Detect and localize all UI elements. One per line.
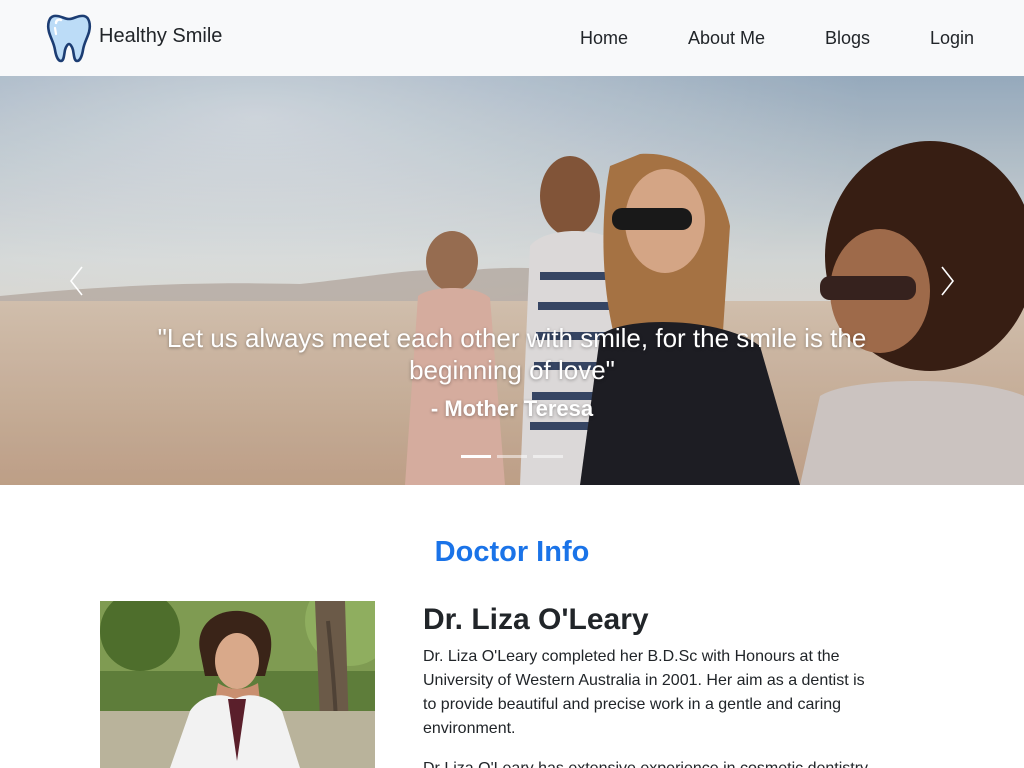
nav-login[interactable]: Login <box>930 27 974 49</box>
doctor-bio-paragraph: Dr. Liza O'Leary completed her B.D.Sc wi… <box>423 648 865 737</box>
nav-about-me[interactable]: About Me <box>688 27 765 49</box>
nav-blogs[interactable]: Blogs <box>825 27 870 49</box>
section-title: Doctor Info <box>434 536 590 568</box>
doctor-bio-paragraph: Dr Liza O'Leary has extensive experience… <box>423 757 878 768</box>
tooth-icon <box>46 14 92 63</box>
navbar: Healthy Smile Home About Me Blogs Login <box>0 0 1024 76</box>
chevron-right-icon <box>941 266 955 296</box>
nav-home[interactable]: Home <box>580 27 628 49</box>
carousel-quote: "Let us always meet each other with smil… <box>157 323 867 385</box>
carousel-indicator[interactable] <box>497 455 527 458</box>
carousel-quote-author: - Mother Teresa <box>430 396 594 421</box>
hero-carousel: "Let us always meet each other with smil… <box>0 76 1024 485</box>
hero-image <box>0 76 1024 485</box>
doctor-photo <box>100 601 375 768</box>
carousel-next-button[interactable] <box>932 261 962 301</box>
doctor-name: Dr. Liza O'Leary <box>423 603 649 636</box>
carousel-indicator[interactable] <box>461 455 491 458</box>
brand-link[interactable]: Healthy Smile <box>46 12 222 64</box>
carousel-caption: "Let us always meet each other with smil… <box>150 322 874 422</box>
carousel-indicator[interactable] <box>533 455 563 458</box>
chevron-left-icon <box>69 266 83 296</box>
carousel-indicators <box>461 455 563 458</box>
brand-name: Healthy Smile <box>99 24 223 47</box>
doctor-bio: Dr. Liza O'Leary completed her B.D.Sc wi… <box>423 645 878 768</box>
carousel-prev-button[interactable] <box>62 261 92 301</box>
